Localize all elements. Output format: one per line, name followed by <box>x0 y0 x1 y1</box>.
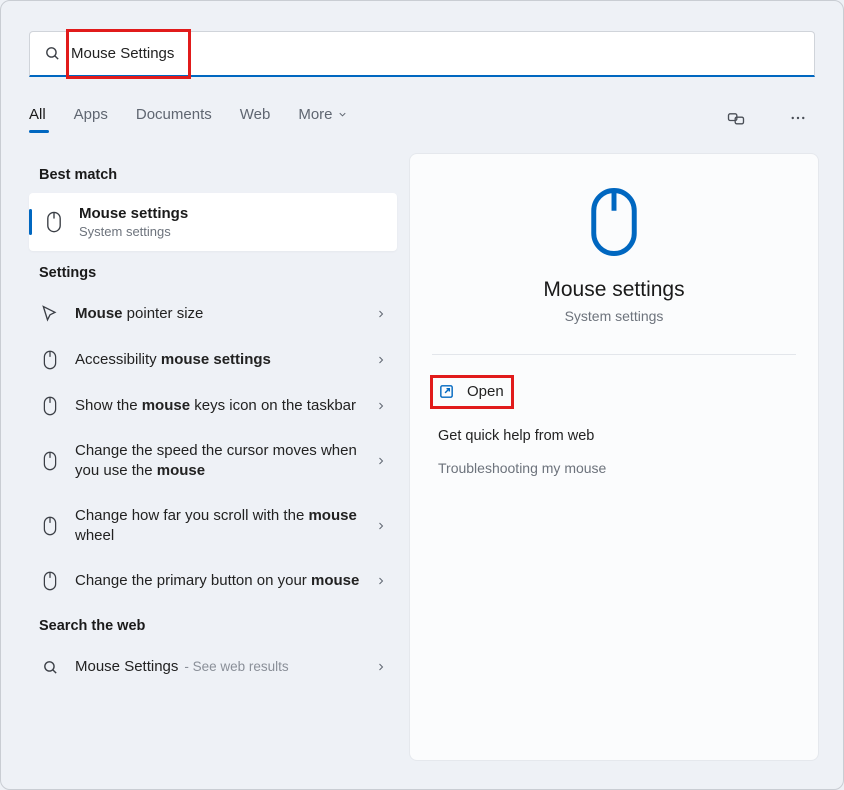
cursor-icon <box>39 303 61 325</box>
mouse-icon <box>39 450 61 472</box>
tab-more[interactable]: More <box>298 106 347 131</box>
mouse-icon <box>39 395 61 417</box>
result-text: Change how far you scroll with the mouse… <box>75 506 361 547</box>
chevron-right-icon <box>375 354 387 366</box>
open-external-icon <box>438 383 455 400</box>
result-text: Mouse pointer size <box>75 304 361 324</box>
ellipsis-icon <box>789 109 807 127</box>
settings-result[interactable]: Change the primary button on your mouse <box>29 558 397 604</box>
result-text: Change the primary button on your mouse <box>75 571 361 591</box>
divider <box>432 354 796 355</box>
settings-result[interactable]: Show the mouse keys icon on the taskbar <box>29 383 397 429</box>
chat-icon <box>726 108 746 128</box>
detail-column: Mouse settings System settings Open Get … <box>397 153 843 761</box>
settings-result[interactable]: Change how far you scroll with the mouse… <box>29 494 397 559</box>
result-text: Show the mouse keys icon on the taskbar <box>75 396 361 416</box>
settings-result[interactable]: Mouse pointer size <box>29 291 397 337</box>
result-text: Mouse Settings- See web results <box>75 657 361 677</box>
chevron-right-icon <box>375 400 387 412</box>
detail-card: Mouse settings System settings Open Get … <box>409 153 819 761</box>
section-best-match: Best match <box>39 167 397 183</box>
chevron-right-icon <box>375 575 387 587</box>
mouse-icon <box>39 515 61 537</box>
tab-apps[interactable]: Apps <box>74 106 108 131</box>
chevron-right-icon <box>375 520 387 532</box>
web-result[interactable]: Mouse Settings- See web results <box>29 644 397 690</box>
search-icon <box>44 45 61 62</box>
results-column: Best match Mouse settings System setting… <box>1 153 397 761</box>
tab-more-label: More <box>298 106 332 123</box>
more-options-button[interactable] <box>781 101 815 135</box>
search-window: All Apps Documents Web More Best match <box>0 0 844 790</box>
section-settings: Settings <box>39 265 397 281</box>
mouse-large-icon <box>584 186 644 258</box>
chevron-right-icon <box>375 308 387 320</box>
filter-tabs: All Apps Documents Web More <box>29 101 815 135</box>
help-link[interactable]: Troubleshooting my mouse <box>432 454 796 482</box>
settings-result[interactable]: Accessibility mouse settings <box>29 337 397 383</box>
help-header: Get quick help from web <box>438 428 790 444</box>
best-match-subtitle: System settings <box>79 224 188 239</box>
open-label: Open <box>467 383 504 400</box>
result-text: Accessibility mouse settings <box>75 350 361 370</box>
chevron-down-icon <box>337 109 348 120</box>
search-input[interactable] <box>71 45 800 62</box>
tab-documents[interactable]: Documents <box>136 106 212 131</box>
best-match-result[interactable]: Mouse settings System settings <box>29 193 397 251</box>
search-bar[interactable] <box>29 31 815 77</box>
section-search-web: Search the web <box>39 618 397 634</box>
chevron-right-icon <box>375 661 387 673</box>
mouse-icon <box>43 211 65 233</box>
tab-all[interactable]: All <box>29 106 46 131</box>
best-match-title: Mouse settings <box>79 205 188 222</box>
detail-subtitle: System settings <box>565 308 664 324</box>
chat-panel-button[interactable] <box>719 101 753 135</box>
mouse-icon <box>39 349 61 371</box>
search-icon <box>39 656 61 678</box>
open-action[interactable]: Open <box>432 373 796 410</box>
tab-web[interactable]: Web <box>240 106 271 131</box>
settings-result[interactable]: Change the speed the cursor moves when y… <box>29 429 397 494</box>
result-text: Change the speed the cursor moves when y… <box>75 441 361 482</box>
mouse-icon <box>39 570 61 592</box>
detail-title: Mouse settings <box>543 278 684 302</box>
chevron-right-icon <box>375 455 387 467</box>
